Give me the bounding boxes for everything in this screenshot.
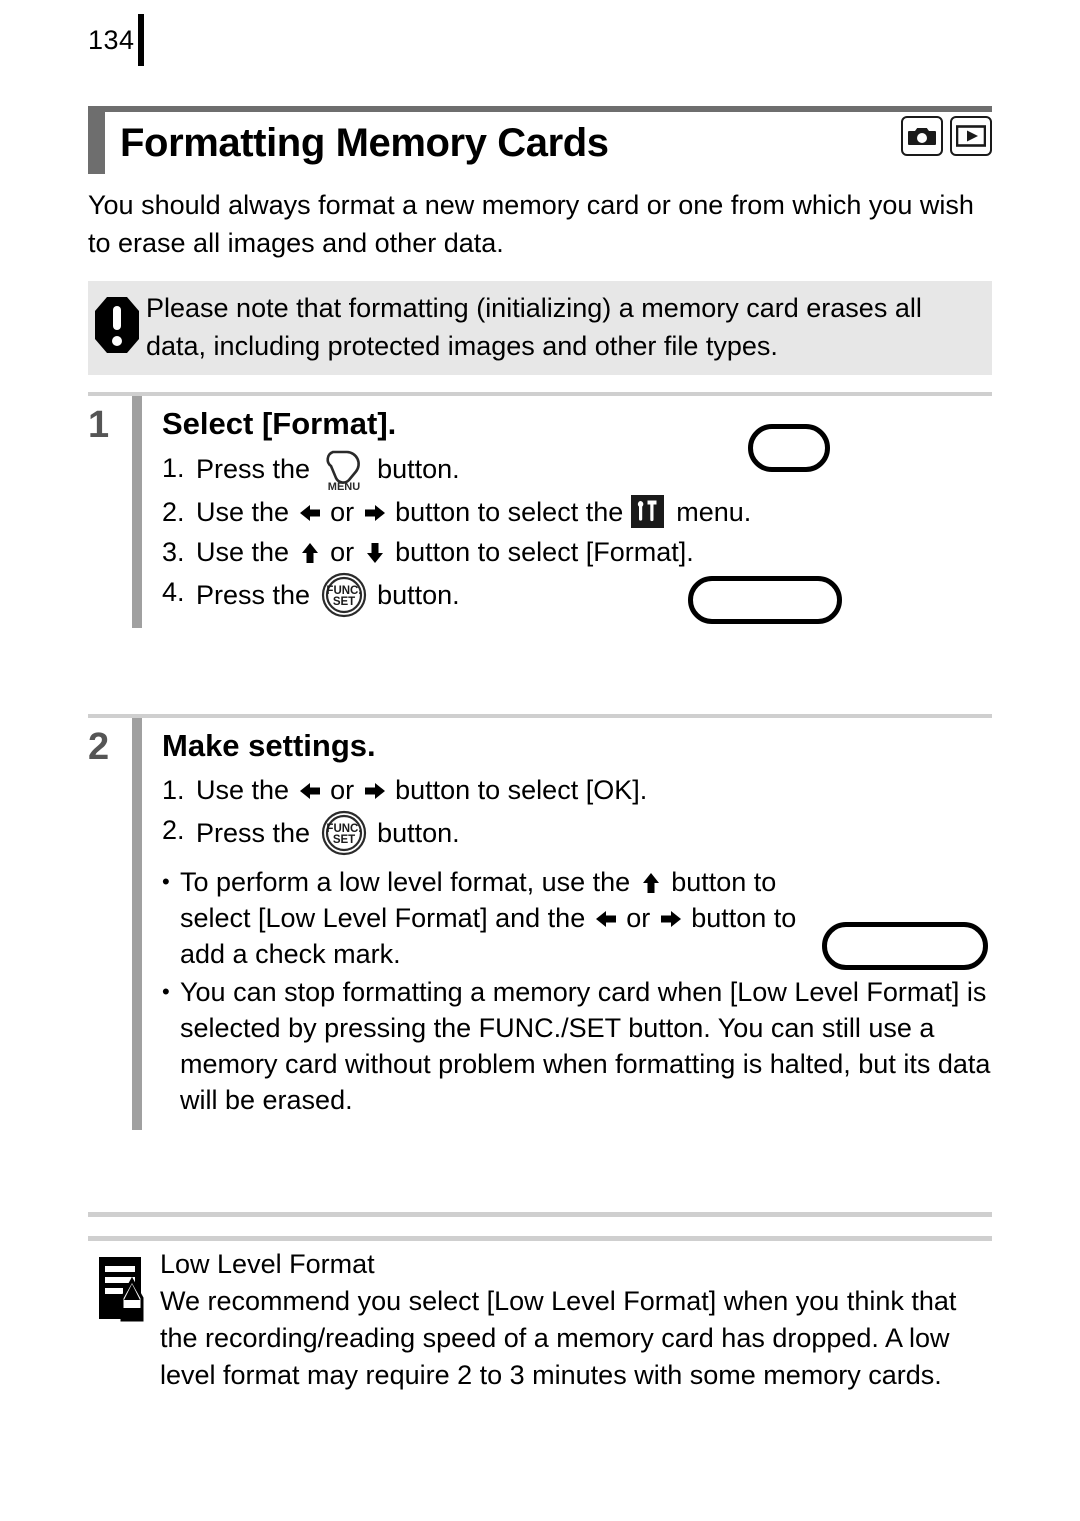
step-1-item-2-post: button to select the — [387, 497, 631, 527]
step-2-item-1-text: Use the or button to select [OK]. — [196, 770, 992, 810]
title-accent-tab — [88, 112, 105, 174]
note-top-rule — [88, 1212, 992, 1217]
func-set-button-icon: FUNC. SET — [321, 572, 367, 618]
step-1-item-4-text: Press the FUNC. SET button. — [196, 572, 992, 618]
page-number: 134 — [88, 24, 135, 55]
step-1-item-1: 1. Press the MENU button. — [162, 448, 992, 493]
step-2-bullet-1-pre: To perform a low level format, use the — [180, 867, 638, 897]
step-1-item-3: 3. Use the or button to select [Format]. — [162, 532, 992, 572]
camera-shooting-mode-icon — [901, 116, 943, 156]
step-2-item-2-text: Press the FUNC. SET button. — [196, 810, 992, 856]
step-1-item-4-post: button. — [369, 580, 460, 610]
step-1-accent-bar — [132, 396, 142, 628]
caution-box: Please note that formatting (initializin… — [88, 281, 992, 375]
step-1-number: 1 — [88, 404, 110, 446]
step-2-bullet-2-text: You can stop formatting a memory card wh… — [180, 977, 991, 1115]
step-1-item-3-text: Use the or button to select [Format]. — [196, 532, 992, 572]
step-2-bullet-2-marker: • — [162, 979, 170, 1004]
screen-illustration-2 — [688, 576, 842, 624]
note-box: Low Level Format We recommend you select… — [88, 1246, 992, 1394]
up-arrow-icon — [297, 537, 323, 563]
up-arrow-icon — [638, 869, 664, 895]
step-2-bullet-1-text: To perform a low level format, use the b… — [180, 864, 820, 972]
right-arrow-icon — [362, 775, 388, 801]
step-1-item-2-text: Use the or button to select the menu. — [196, 492, 992, 532]
left-arrow-icon — [297, 775, 323, 801]
page-folio: 134 — [88, 14, 144, 66]
playback-mode-icon — [950, 116, 992, 156]
menu-button-icon: MENU — [320, 448, 368, 493]
step-1-item-4-marker: 4. — [162, 577, 185, 607]
caution-text: Please note that formatting (initializin… — [146, 293, 922, 361]
note-text: We recommend you select [Low Level Forma… — [160, 1286, 957, 1390]
step-2-heading: Make settings. — [162, 728, 376, 763]
note-body: Low Level Format We recommend you select… — [160, 1246, 992, 1394]
step-2-item-1: 1. Use the or button to select [OK]. — [162, 770, 992, 810]
note-pencil-icon — [88, 1246, 160, 1326]
step-2-bullet-2: • You can stop formatting a memory card … — [162, 974, 992, 1118]
step-1-item-1-text: Press the MENU button. — [196, 448, 992, 493]
svg-text:SET: SET — [332, 834, 354, 846]
intro-paragraph: You should always format a new memory ca… — [88, 190, 974, 258]
step-1-item-4: 4. Press the FUNC. SET button. — [162, 572, 992, 618]
exclamation-octagon-icon — [88, 289, 146, 355]
step-1-content: Select [Format]. 1. Press the MENU butto… — [162, 396, 992, 628]
step-2-number: 2 — [88, 726, 110, 768]
left-arrow-icon — [297, 497, 323, 523]
right-arrow-icon — [658, 905, 684, 931]
step-1-body: 1 Select [Format]. 1. Press the MENU but… — [88, 396, 992, 628]
step-2-item-2-post: button. — [369, 818, 460, 848]
step-2-accent-bar — [132, 718, 142, 1130]
step-1-instruction-list: 1. Press the MENU button. 2. Use the or … — [162, 448, 992, 618]
section-title-block: Formatting Memory Cards — [88, 106, 992, 174]
step-2-item-2: 2. Press the FUNC. SET button. — [162, 810, 992, 856]
step-1-item-3-marker: 3. — [162, 537, 185, 567]
step-2-item-1-marker: 1. — [162, 775, 185, 805]
page-title: Formatting Memory Cards — [120, 120, 609, 165]
title-row: Formatting Memory Cards — [88, 112, 992, 174]
step-2-item-1-mid: or — [322, 775, 362, 805]
step-1-item-3-post: button to select [Format]. — [387, 537, 694, 567]
left-arrow-icon — [593, 905, 619, 931]
step-1-item-1-marker: 1. — [162, 453, 185, 483]
step-2-bullet-1-marker: • — [162, 869, 170, 894]
step-2-item-2-marker: 2. — [162, 815, 185, 845]
svg-text:SET: SET — [332, 596, 354, 608]
step-2-bullet-1-mid2: or — [618, 903, 658, 933]
step-2-bullet-list: • To perform a low level format, use the… — [162, 864, 992, 1118]
step-2-item-1-pre: Use the — [196, 775, 297, 805]
step-1-item-2: 2. Use the or button to select the menu. — [162, 492, 992, 532]
step-1-heading: Select [Format]. — [162, 406, 397, 441]
step-2-item-1-post: button to select [OK]. — [387, 775, 648, 805]
step-1-item-2-pre: Use the — [196, 497, 297, 527]
step-1-item-1-post: button. — [369, 454, 460, 484]
screen-illustration-3 — [822, 922, 988, 970]
step-1-item-2-marker: 2. — [162, 497, 185, 527]
step-1-item-2-tail: menu. — [668, 497, 752, 527]
svg-text:MENU: MENU — [327, 481, 359, 492]
step-2-item-2-pre: Press the — [196, 818, 318, 848]
step-1-item-3-pre: Use the — [196, 537, 297, 567]
step-1-item-3-mid: or — [322, 537, 362, 567]
step-2-instruction-list: 1. Use the or button to select [OK]. 2. … — [162, 770, 992, 856]
step-1-block: 1 Select [Format]. 1. Press the MENU but… — [88, 392, 992, 628]
right-arrow-icon — [362, 497, 388, 523]
screen-illustration-1 — [748, 424, 830, 472]
down-arrow-icon — [362, 537, 388, 563]
mode-icon-group — [901, 116, 992, 156]
func-set-button-icon: FUNC. SET — [321, 810, 367, 856]
step-1-item-1-pre: Press the — [196, 454, 318, 484]
folio-rule — [137, 14, 144, 66]
note-title: Low Level Format — [160, 1249, 375, 1279]
tools-menu-icon — [630, 495, 664, 528]
step-1-item-4-pre: Press the — [196, 580, 318, 610]
note-second-rule — [88, 1236, 992, 1241]
step-1-item-2-mid: or — [322, 497, 362, 527]
